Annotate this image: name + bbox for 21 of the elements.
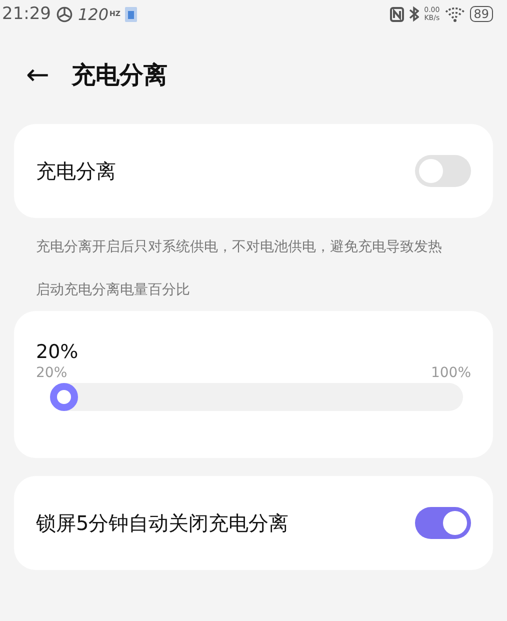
setting-label: 锁屏5分钟自动关闭充电分离: [36, 510, 289, 536]
slider-min-label: 20%: [36, 365, 68, 381]
slider-thumb[interactable]: [50, 383, 78, 411]
section-label: 启动充电分离电量百分比: [36, 281, 191, 299]
slider-max-label: 100%: [430, 365, 471, 381]
setting-label: 充电分离: [36, 158, 116, 184]
refresh-rate: 120: [78, 4, 109, 24]
page-title: 充电分离: [71, 60, 168, 91]
description-text: 充电分离开启后只对系统供电，不对电池供电，避免充电导致发热: [36, 238, 443, 257]
toggle-switch[interactable]: [415, 507, 471, 539]
nfc-icon: [390, 6, 404, 22]
bluetooth-icon: [409, 6, 420, 22]
battery-level: 89: [470, 6, 493, 22]
status-time: 21:29: [2, 4, 51, 24]
back-button[interactable]: ←: [26, 60, 50, 90]
app-notification-icon: [125, 6, 138, 22]
slider-track[interactable]: [50, 383, 463, 411]
slider-value: 20%: [36, 341, 80, 363]
toggle-switch[interactable]: [415, 155, 471, 187]
wifi-icon: [444, 6, 465, 22]
fan-icon: [56, 6, 73, 22]
